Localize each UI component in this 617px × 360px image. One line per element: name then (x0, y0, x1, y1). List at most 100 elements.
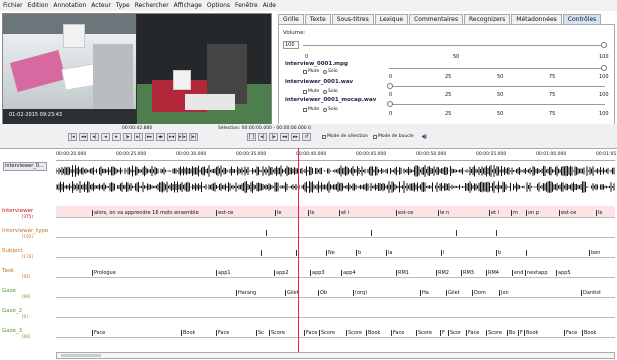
tier-label[interactable]: Gaze_3 [66] (2, 328, 30, 339)
annotation[interactable]: nextapp (525, 270, 548, 276)
annotation[interactable]: Face (391, 330, 404, 336)
annotation[interactable]: Face (216, 330, 229, 336)
annotation[interactable]: Scor (448, 330, 461, 336)
media-3-knob[interactable] (387, 101, 393, 107)
waveform-viewer[interactable]: 00:00:20.000 00:00:25.000 00:00:30.000 00:0… (0, 148, 617, 196)
media-2-knob[interactable] (387, 83, 393, 89)
annotation[interactable] (456, 230, 458, 236)
annotation[interactable]: Score (346, 330, 362, 336)
menu-item-6[interactable]: Affichage (174, 2, 202, 9)
transport-button[interactable]: ◂ (101, 133, 110, 141)
annotation[interactable]: app5 (556, 270, 571, 276)
annotation[interactable]: le (596, 210, 602, 216)
tier-label[interactable]: Interviewer [375] (2, 208, 33, 219)
annotation[interactable]: app4 (341, 270, 356, 276)
tier-label[interactable]: Task [95] (2, 268, 30, 279)
transport-button[interactable]: ◂| (90, 133, 99, 141)
annotation[interactable]: Dantist (581, 290, 601, 296)
annotation[interactable]: RM4 (486, 270, 499, 276)
annotation[interactable]: app1 (216, 270, 231, 276)
annotation[interactable]: Ob (318, 290, 327, 296)
media-1-knob[interactable] (601, 65, 607, 71)
annotation[interactable]: Jon (499, 290, 509, 296)
tier-row[interactable] (56, 226, 615, 238)
annotation[interactable]: b (356, 250, 361, 256)
annotation[interactable]: Book (582, 330, 596, 336)
transport-button[interactable]: ◂◂ (79, 133, 88, 141)
annotation[interactable]: le (308, 210, 314, 216)
tab-4[interactable]: Commentaires (409, 14, 463, 24)
selection-button[interactable]: ↺ (302, 133, 311, 141)
annotation[interactable]: et i (339, 210, 349, 216)
annotation[interactable]: Score (486, 330, 502, 336)
tier-label[interactable]: Gaze_2 [0] (2, 308, 28, 319)
selection-button[interactable]: ◂| (258, 133, 267, 141)
transport-button[interactable]: |◂ (68, 133, 77, 141)
annotation[interactable]: RM2 (436, 270, 449, 276)
annotation[interactable]: Ha (420, 290, 429, 296)
annotation[interactable]: (orq) (353, 290, 367, 296)
tier-label[interactable]: Interviewer_type [192] (2, 228, 48, 239)
volume-slider-track[interactable] (303, 45, 605, 46)
menu-item-3[interactable]: Acteur (91, 2, 111, 9)
tier-row[interactable]: Face Book Face Sc Score Face Score Score Book Fac… (56, 326, 615, 338)
annotation[interactable]: Book (181, 330, 195, 336)
selection-button[interactable]: ◂◂ (280, 133, 289, 141)
tab-2[interactable]: Sous-titres (331, 14, 374, 24)
volume-input[interactable]: 100 (283, 41, 299, 49)
mode-selection-checkbox[interactable]: Mode de sélection (322, 134, 368, 139)
annotation[interactable]: app3 (310, 270, 325, 276)
media-2-slider[interactable] (389, 86, 605, 87)
menu-item-0[interactable]: Fichier (3, 2, 23, 9)
selection-button[interactable]: |▸ (269, 133, 278, 141)
annotation[interactable]: RM1 (396, 270, 409, 276)
playhead-cursor[interactable] (298, 148, 299, 354)
mode-boucle-checkbox[interactable]: Mode de boucle (373, 134, 414, 139)
tier-row[interactable]: Harang Gilet Ob (orq) Ha Gilet Dom Jon Dantist (56, 286, 615, 298)
tab-7[interactable]: Contrôles (562, 14, 602, 24)
annotation[interactable]: m (511, 210, 518, 216)
annotation[interactable]: Dom (472, 290, 486, 296)
menu-item-5[interactable]: Rechercher (135, 2, 169, 9)
mute-1[interactable]: Mute (303, 69, 319, 74)
annotation[interactable]: le (275, 210, 281, 216)
transport-button[interactable]: ▸|▸ (178, 133, 187, 141)
horizontal-scrollbar[interactable] (56, 352, 615, 359)
annotation[interactable]: Face (304, 330, 317, 336)
selection-button[interactable]: ▸▸ (291, 133, 300, 141)
annotation[interactable]: Face (466, 330, 479, 336)
annotation[interactable]: Book (524, 330, 538, 336)
annotation[interactable]: Ne (326, 250, 335, 256)
tier-row[interactable]: Ne b la l b ben (56, 246, 615, 258)
annotation[interactable] (526, 250, 528, 256)
mute-2[interactable]: Mute (303, 89, 319, 94)
annotation[interactable]: Book (366, 330, 380, 336)
annotation[interactable] (266, 230, 268, 236)
tab-3[interactable]: Lexique (374, 14, 409, 24)
annotation[interactable]: b (496, 250, 501, 256)
annotation[interactable]: F (518, 330, 523, 336)
annotation[interactable]: l (441, 250, 444, 256)
annotation[interactable]: le n (438, 210, 449, 216)
annotation[interactable]: F (440, 330, 445, 336)
tier-row[interactable]: alors, on va apprendre 16 mots ensemble e… (56, 206, 615, 218)
wave-track-selector[interactable]: interviewer_0... (3, 162, 47, 171)
solo-1[interactable]: Solo (323, 69, 338, 74)
annotation[interactable]: end (512, 270, 523, 276)
menu-item-7[interactable]: Options (207, 2, 230, 9)
annotation[interactable]: la (386, 250, 392, 256)
annotation[interactable]: Score (319, 330, 335, 336)
annotation[interactable]: et i (489, 210, 499, 216)
transport-button[interactable]: ▸◂ (167, 133, 176, 141)
annotation[interactable] (261, 250, 263, 256)
annotation[interactable]: Score (269, 330, 285, 336)
solo-2[interactable]: Solo (323, 89, 338, 94)
annotation[interactable]: Bo (507, 330, 516, 336)
annotation[interactable]: Prologue (92, 270, 116, 276)
menu-item-8[interactable]: Fenêtre (235, 2, 258, 9)
media-3-slider[interactable] (389, 104, 605, 105)
transport-button[interactable]: ▸ (112, 133, 121, 141)
annotation[interactable]: Sc (256, 330, 264, 336)
volume-slider-knob[interactable] (601, 42, 607, 48)
transport-button[interactable]: |▸ (123, 133, 132, 141)
